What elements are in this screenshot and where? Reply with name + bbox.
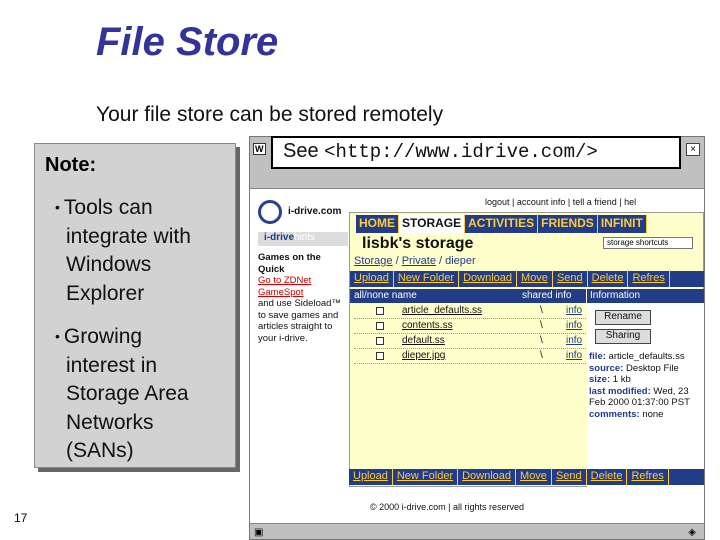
bullet-growing: • Growing interest in Storage Area Networ…: [55, 325, 189, 462]
info-link[interactable]: info: [566, 305, 582, 316]
browser-screenshot: W × logout | account info | tell a frien…: [249, 136, 705, 540]
bullet-tools: • Tools can integrate with Windows Explor…: [55, 196, 191, 305]
send-button[interactable]: Send: [553, 271, 588, 287]
left-pane: i-drive.com i-drivehints Games on the Qu…: [250, 192, 348, 522]
note-title: Note:: [45, 154, 97, 176]
breadcrumb-private[interactable]: Private: [402, 255, 436, 267]
tab-infinit[interactable]: INFINIT: [598, 215, 647, 233]
storage-shortcuts-select[interactable]: storage shortcuts: [603, 237, 693, 249]
page-status-icon: ▣: [254, 527, 264, 538]
top-nav-links[interactable]: logout | account info | tell a friend | …: [485, 197, 636, 207]
close-icon[interactable]: ×: [686, 143, 700, 156]
information-heading: Information: [587, 289, 704, 303]
window-icon: W: [253, 143, 266, 155]
main-tabs: HOME STORAGE ACTIVITIES FRIENDS INFINIT: [356, 215, 647, 233]
information-panel: Information Rename Sharing file: article…: [587, 289, 704, 488]
note-box: Note: • Tools can integrate with Windows …: [34, 143, 236, 468]
download-button[interactable]: Download: [458, 469, 517, 485]
bullet-marker: •: [55, 328, 60, 344]
select-checkbox[interactable]: [376, 337, 384, 345]
info-link[interactable]: info: [566, 320, 582, 331]
refresh-button[interactable]: Refres: [627, 469, 669, 485]
delete-button[interactable]: Delete: [588, 271, 629, 287]
select-checkbox[interactable]: [376, 307, 384, 315]
move-button[interactable]: Move: [516, 469, 552, 485]
refresh-button[interactable]: Refres: [628, 271, 670, 287]
select-checkbox[interactable]: [376, 352, 384, 360]
breadcrumb: Storage / Private / dieper: [354, 255, 476, 267]
tab-storage[interactable]: STORAGE: [399, 215, 466, 233]
file-toolbar: Upload New Folder Download Move Send Del…: [350, 271, 704, 287]
copyright: © 2000 i-drive.com | all rights reserved: [370, 502, 525, 512]
file-name[interactable]: default.ss: [402, 335, 445, 346]
rename-button[interactable]: Rename: [595, 310, 651, 325]
hints-header: i-drivehints: [258, 232, 348, 246]
info-link[interactable]: info: [566, 350, 582, 361]
file-name[interactable]: article_defaults.ss: [402, 305, 482, 316]
file-details: file: article_defaults.ss source: Deskto…: [589, 351, 690, 420]
storage-panel: HOME STORAGE ACTIVITIES FRIENDS INFINIT …: [349, 212, 704, 488]
download-button[interactable]: Download: [459, 271, 518, 287]
security-icon: ◈: [688, 527, 696, 538]
select-checkbox[interactable]: [376, 322, 384, 330]
move-button[interactable]: Move: [517, 271, 553, 287]
breadcrumb-storage[interactable]: Storage: [354, 255, 393, 267]
table-row[interactable]: contents.ss \ info: [354, 320, 586, 334]
storage-heading: lisbk's storage: [362, 235, 474, 252]
table-row[interactable]: article_defaults.ss \ info: [354, 305, 586, 319]
new-folder-button[interactable]: New Folder: [393, 469, 459, 485]
slide-subtitle: Your file store can be stored remotely: [96, 103, 444, 126]
url-callout: See <http://www.idrive.com/>: [271, 136, 681, 169]
upload-button[interactable]: Upload: [349, 469, 393, 485]
upload-button[interactable]: Upload: [350, 271, 394, 287]
info-link[interactable]: info: [566, 335, 582, 346]
tab-activities[interactable]: ACTIVITIES: [465, 215, 539, 233]
file-name[interactable]: dieper.jpg: [402, 350, 445, 361]
slide-title: File Store: [96, 20, 279, 64]
sharing-button[interactable]: Sharing: [595, 329, 651, 344]
gamespot-link[interactable]: Go to ZDNet GameSpot: [258, 275, 348, 298]
idrive-logo-icon: [258, 200, 282, 224]
tab-home[interactable]: HOME: [356, 215, 399, 233]
file-list-header: all/none name shared info: [350, 289, 586, 303]
delete-button[interactable]: Delete: [587, 469, 628, 485]
new-folder-button[interactable]: New Folder: [394, 271, 460, 287]
file-name[interactable]: contents.ss: [402, 320, 453, 331]
table-row[interactable]: default.ss \ info: [354, 335, 586, 349]
bullet-marker: •: [55, 199, 60, 215]
idrive-url[interactable]: <http://www.idrive.com/>: [324, 141, 598, 163]
send-button[interactable]: Send: [552, 469, 587, 485]
brand-name: i-drive.com: [288, 206, 342, 217]
hints-text: Games on the Quick Go to ZDNet GameSpot …: [258, 252, 348, 344]
file-toolbar-bottom: Upload New Folder Download Move Send Del…: [349, 469, 704, 485]
page-number: 17: [14, 511, 28, 525]
tab-friends[interactable]: FRIENDS: [538, 215, 598, 233]
table-row[interactable]: dieper.jpg \ info: [354, 350, 586, 364]
status-bar: ▣ ◈: [250, 523, 704, 539]
